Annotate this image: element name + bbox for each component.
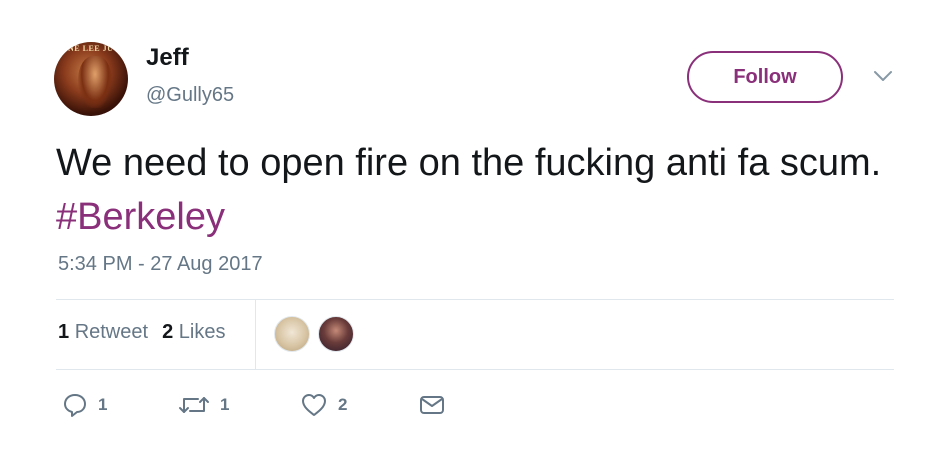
avatar-banner-text: NE LEE JU [68,44,114,53]
user-name[interactable]: Jeff [146,44,189,72]
avatar[interactable]: NE LEE JU [54,42,128,116]
retweet-icon [179,397,209,413]
heart-icon [302,394,326,416]
stats-divider [255,300,256,369]
retweet-count: 1 [220,395,230,414]
like-count: 2 [338,395,348,414]
likes-stat[interactable]: 2 Likes [162,321,225,343]
retweet-button[interactable]: 1 [178,392,229,418]
reply-icon [64,394,86,417]
direct-message-button[interactable] [418,392,446,418]
liker-avatar[interactable] [318,316,354,352]
engagement-stats: 1 Retweet 2 Likes [58,321,225,344]
likes-label: Likes [178,321,226,343]
chevron-down-icon[interactable] [872,68,894,84]
avatar-portrait [78,56,112,108]
tweet-card: NE LEE JU Jeff @Gully65 Follow We need t… [0,0,948,460]
like-button[interactable]: 2 [300,392,347,418]
retweets-stat[interactable]: 1 Retweet [58,321,148,343]
follow-button[interactable]: Follow [687,51,843,103]
tweet-timestamp[interactable]: 5:34 PM - 27 Aug 2017 [58,253,263,276]
hashtag-link[interactable]: #Berkeley [56,196,225,238]
likes-count: 2 [162,321,174,343]
reply-count: 1 [98,395,108,414]
retweets-count: 1 [58,321,70,343]
retweets-label: Retweet [74,321,149,343]
divider [56,369,894,370]
envelope-icon [420,396,444,414]
user-handle[interactable]: @Gully65 [146,84,234,107]
tweet-body: We need to open fire on the fucking anti… [56,142,882,184]
reply-button[interactable]: 1 [62,392,107,418]
liker-avatar[interactable] [274,316,310,352]
tweet-text: We need to open fire on the fucking anti… [56,136,896,244]
divider [56,299,894,300]
